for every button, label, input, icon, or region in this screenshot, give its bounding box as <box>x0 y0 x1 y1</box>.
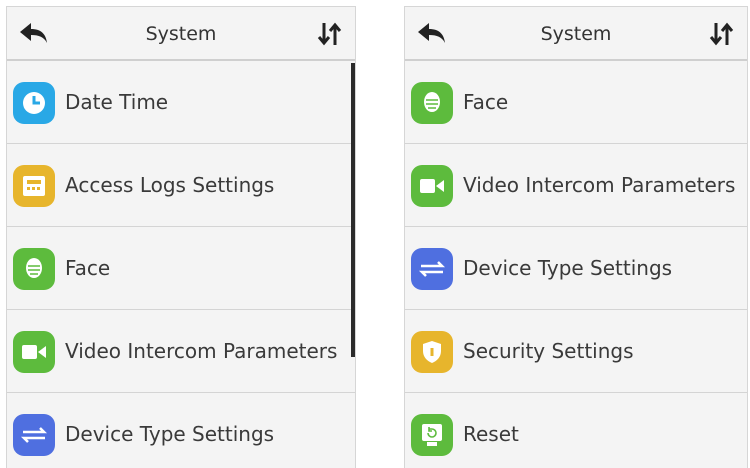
menu-list: Face Video Intercom Parameters Device Ty… <box>405 61 747 468</box>
log-icon <box>13 165 55 207</box>
item-label: Reset <box>463 422 519 446</box>
list-item-reset[interactable]: Reset <box>405 393 747 468</box>
menu-list: Date Time Access Logs Settings Face Vide… <box>7 61 355 468</box>
page-title: System <box>145 23 217 45</box>
item-label: Access Logs Settings <box>65 173 275 197</box>
swap-icon <box>13 414 55 456</box>
reset-icon <box>411 414 453 456</box>
list-item-security-settings[interactable]: Security Settings <box>405 310 747 393</box>
right-screen: System Face Video Intercom Parameters De… <box>404 6 748 468</box>
sort-icon[interactable] <box>315 19 345 49</box>
list-item-video-intercom-parameters[interactable]: Video Intercom Parameters <box>405 144 747 227</box>
video-icon <box>13 331 55 373</box>
list-item-access-logs-settings[interactable]: Access Logs Settings <box>7 144 355 227</box>
item-label: Device Type Settings <box>65 422 275 446</box>
item-label: Face <box>65 256 111 280</box>
swap-icon <box>411 248 453 290</box>
clock-icon <box>13 82 55 124</box>
list-item-video-intercom-parameters[interactable]: Video Intercom Parameters <box>7 310 355 393</box>
header: System <box>7 7 355 61</box>
shield-icon <box>411 331 453 373</box>
list-item-device-type-settings[interactable]: Device Type Settings <box>7 393 355 468</box>
list-item-date-time[interactable]: Date Time <box>7 61 355 144</box>
item-label: Video Intercom Parameters <box>65 339 338 363</box>
face-icon <box>13 248 55 290</box>
list-item-face[interactable]: Face <box>7 227 355 310</box>
item-label: Video Intercom Parameters <box>463 173 736 197</box>
left-screen: System Date Time Access Logs Settings Fa… <box>6 6 356 468</box>
item-label: Date Time <box>65 90 169 114</box>
item-label: Device Type Settings <box>463 256 673 280</box>
sort-icon[interactable] <box>707 19 737 49</box>
scrollbar[interactable] <box>351 63 355 357</box>
item-label: Security Settings <box>463 339 634 363</box>
face-icon <box>411 82 453 124</box>
header: System <box>405 7 747 61</box>
list-item-device-type-settings[interactable]: Device Type Settings <box>405 227 747 310</box>
item-label: Face <box>463 90 509 114</box>
video-icon <box>411 165 453 207</box>
page-title: System <box>540 23 612 45</box>
list-item-face[interactable]: Face <box>405 61 747 144</box>
